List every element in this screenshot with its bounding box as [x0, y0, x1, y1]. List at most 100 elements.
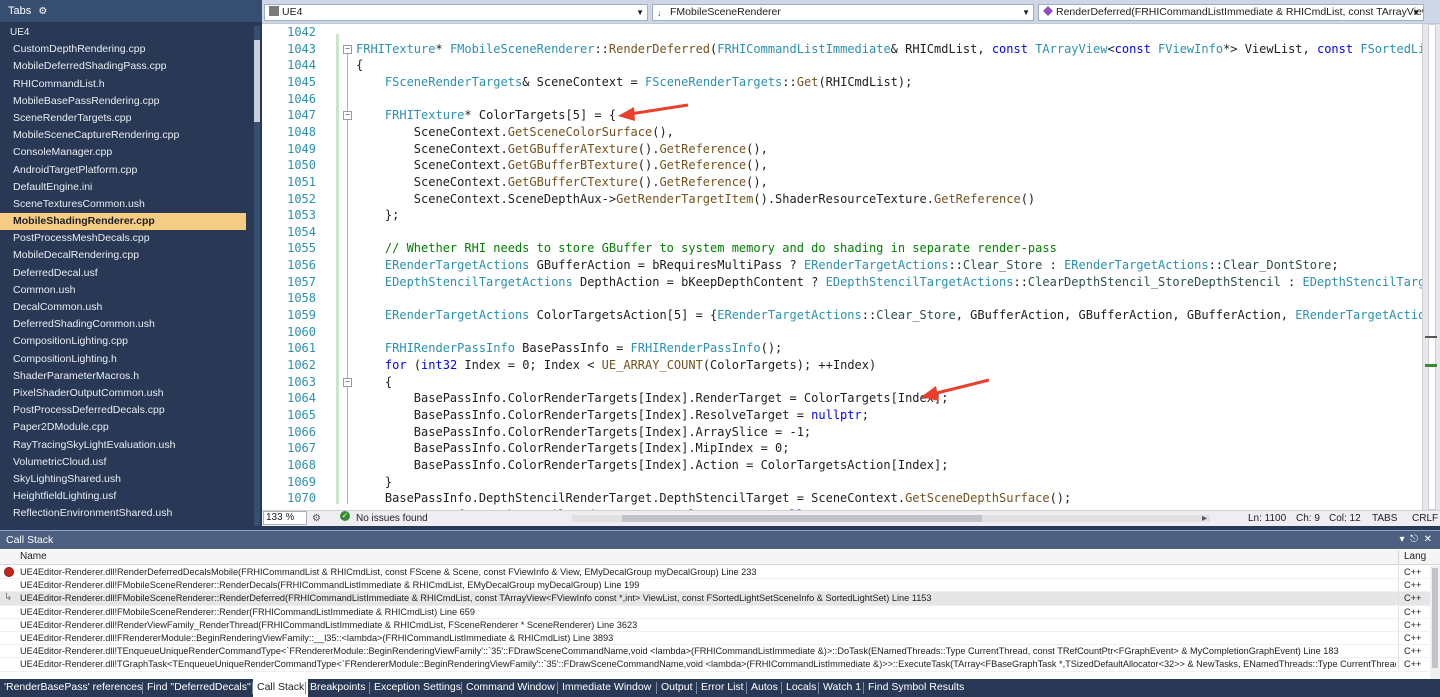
- file-tab-item[interactable]: ShaderParameterMacros.h: [0, 368, 246, 385]
- file-tab-item[interactable]: DefaultEngine.ini: [0, 179, 246, 196]
- code-area[interactable]: 1042 1043− FRHITexture* FMobileSceneRender…: [262, 24, 1422, 510]
- file-tab-item[interactable]: DecalCommon.ush: [0, 299, 246, 316]
- file-tab-item[interactable]: Common.ush: [0, 282, 246, 299]
- file-tab-item[interactable]: PixelShaderOutputCommon.ush: [0, 385, 246, 402]
- file-tab-item[interactable]: DeferredDecal.usf: [0, 265, 246, 282]
- file-tab-item[interactable]: MobileSceneCaptureRendering.cpp: [0, 127, 246, 144]
- call-stack-row[interactable]: UE4Editor-Renderer.dll!TEnqueueUniqueRen…: [0, 645, 1440, 659]
- call-stack-frame-name: UE4Editor-Renderer.dll!FRendererModule::…: [20, 632, 614, 643]
- line-number: 1053: [287, 208, 316, 223]
- code-line: 1056 ERenderTargetActions GBufferAction …: [262, 257, 1422, 274]
- file-tab-item[interactable]: ReflectionEnvironmentShared.ush: [0, 505, 246, 522]
- call-stack-frame-lang: C++: [1404, 606, 1422, 617]
- line-indicator[interactable]: Ln: 1100: [1248, 511, 1286, 526]
- collapse-toggle-icon[interactable]: −: [343, 44, 352, 54]
- file-tab-item[interactable]: SkyLightingShared.ush: [0, 471, 246, 488]
- file-tab-item[interactable]: MobileShadingRenderer.cpp: [0, 213, 246, 231]
- scroll-right-icon[interactable]: ▸: [1202, 511, 1207, 526]
- tab-tool-window[interactable]: Locals: [782, 679, 820, 697]
- column-header-lang[interactable]: Lang: [1404, 550, 1426, 564]
- file-tab-item[interactable]: VolumetricCloud.usf: [0, 454, 246, 471]
- zoom-dropdown[interactable]: 133 %: [263, 511, 307, 525]
- code-text: BasePassInfo.ColorRenderTargets[Index].M…: [356, 441, 790, 456]
- file-tab-item[interactable]: RHICommandList.h: [0, 76, 246, 93]
- issues-status[interactable]: No issues found: [356, 511, 428, 526]
- file-tab-item[interactable]: RayTracingSkyLightEvaluation.ush: [0, 437, 246, 454]
- call-stack-row[interactable]: ↳ UE4Editor-Renderer.dll!FMobileSceneRend…: [0, 592, 1440, 606]
- sidebar-scroll-thumb[interactable]: [254, 40, 260, 122]
- panel-controls: ▾ ⎋ ✕: [1400, 531, 1432, 549]
- pin-icon[interactable]: ⎋: [1410, 534, 1418, 545]
- tab-tool-window[interactable]: Output: [657, 679, 697, 697]
- collapse-toggle-icon[interactable]: −: [343, 377, 352, 387]
- line-number: 1057: [287, 274, 316, 289]
- code-line: 1061 FRHIRenderPassInfo BasePassInfo = F…: [262, 340, 1422, 357]
- tabs-sidebar: Tabs ⚙ UE4 CustomDepthRendering.cpp Mobile…: [0, 0, 262, 526]
- code-editor: UE4 ▼ ↓ FMobileSceneRenderer ▼ RenderDefe…: [262, 0, 1440, 526]
- project-dropdown[interactable]: UE4 ▼: [264, 4, 648, 21]
- tab-tool-window[interactable]: Autos: [747, 679, 782, 697]
- editor-horizontal-scrollbar[interactable]: [572, 515, 1210, 522]
- call-stack-row[interactable]: UE4Editor-Renderer.dll!FMobileSceneRende…: [0, 605, 1440, 619]
- tab-tool-window[interactable]: Find Symbol Results: [864, 679, 968, 697]
- dropdown-icon[interactable]: ▾: [1400, 534, 1405, 545]
- tab-tool-window[interactable]: Find "DeferredDecals": [143, 679, 255, 697]
- column-separator[interactable]: [1398, 550, 1399, 565]
- file-tab-item[interactable]: CustomDepthRendering.cpp: [0, 41, 246, 58]
- tab-tool-window[interactable]: 'RenderBasePass' references: [0, 679, 146, 697]
- code-text: for (int32 Index = 0; Index < UE_ARRAY_C…: [384, 358, 877, 372]
- call-stack-frame-lang: C++: [1404, 646, 1422, 657]
- close-icon[interactable]: ✕: [1424, 534, 1432, 545]
- call-stack-row[interactable]: UE4Editor-Renderer.dll!RenderViewFamily_…: [0, 618, 1440, 632]
- call-stack-frame-lang: C++: [1404, 580, 1422, 591]
- tab-tool-window[interactable]: Exception Settings: [370, 679, 465, 697]
- file-tab-item[interactable]: CompositionLighting.cpp: [0, 333, 246, 350]
- file-tab-item[interactable]: CompositionLighting.h: [0, 351, 246, 368]
- tab-tool-window[interactable]: Breakpoints: [306, 679, 369, 697]
- file-tab-item[interactable]: MobileDecalRendering.cpp: [0, 247, 246, 264]
- call-stack-row[interactable]: UE4Editor-Renderer.dll!RenderDeferredDec…: [0, 566, 1440, 580]
- file-tab-item[interactable]: SceneRenderTargets.cpp: [0, 110, 246, 127]
- file-tab-item[interactable]: SceneTexturesCommon.ush: [0, 196, 246, 213]
- call-stack-row[interactable]: UE4Editor-Renderer.dll!TGraphTask<TEnque…: [0, 658, 1440, 672]
- line-number: 1066: [287, 424, 316, 439]
- tab-separator: [781, 682, 782, 694]
- line-ending[interactable]: CRLF: [1412, 511, 1438, 526]
- tab-separator: [142, 682, 143, 694]
- method-dropdown-value: RenderDeferred(FRHICommandListImmediate …: [1056, 6, 1424, 18]
- class-dropdown[interactable]: ↓ FMobileSceneRenderer ▼: [652, 4, 1034, 21]
- column-header-name[interactable]: Name: [20, 550, 47, 564]
- code-line: 1058: [262, 290, 1422, 307]
- file-tab-item[interactable]: MobileBasePassRendering.cpp: [0, 93, 246, 110]
- call-stack-row[interactable]: UE4Editor-Renderer.dll!FRendererModule::…: [0, 631, 1440, 646]
- file-tab-item[interactable]: DeferredShadingCommon.ush: [0, 316, 246, 333]
- method-dropdown[interactable]: RenderDeferred(FRHICommandListImmediate …: [1038, 4, 1424, 21]
- file-tab-item[interactable]: ConsoleManager.cpp: [0, 144, 246, 161]
- indent-mode[interactable]: TABS: [1372, 511, 1397, 526]
- editor-scroll-thumb[interactable]: [1428, 24, 1436, 510]
- tab-tool-window[interactable]: Watch 1: [819, 679, 865, 697]
- code-text: SceneContext.GetGBufferBTexture().GetRef…: [356, 158, 768, 173]
- file-tab-item[interactable]: Paper2DModule.cpp: [0, 419, 246, 436]
- code-text: EDepthStencilTargetActions DepthAction =…: [384, 274, 1422, 289]
- file-tab-item[interactable]: PostProcessMeshDecals.cpp: [0, 230, 246, 247]
- panel-title: Call Stack: [6, 534, 54, 546]
- tab-tool-window[interactable]: Command Window: [462, 679, 559, 697]
- call-stack-scrollbar[interactable]: [1430, 566, 1440, 680]
- code-line: 1053 };: [262, 207, 1422, 224]
- file-tab-item[interactable]: AndroidTargetPlatform.cpp: [0, 162, 246, 179]
- call-stack-scroll-thumb[interactable]: [1432, 568, 1438, 668]
- horizontal-scroll-thumb[interactable]: [622, 515, 982, 522]
- git-icon[interactable]: ⚙: [312, 511, 321, 526]
- sidebar-scrollbar[interactable]: [254, 26, 260, 526]
- tab-tool-window[interactable]: Call Stack: [253, 679, 309, 697]
- file-tab-item[interactable]: MobileDeferredShadingPass.cpp: [0, 58, 246, 75]
- call-stack-row[interactable]: UE4Editor-Renderer.dll!FMobileSceneRende…: [0, 579, 1440, 593]
- tab-tool-window[interactable]: Error List: [697, 679, 748, 697]
- gear-icon[interactable]: ⚙: [38, 6, 47, 17]
- tab-tool-window[interactable]: Immediate Window: [558, 679, 655, 697]
- file-tab-item[interactable]: PostProcessDeferredDecals.cpp: [0, 402, 246, 419]
- editor-vertical-scrollbar[interactable]: [1422, 24, 1440, 510]
- file-tab-item[interactable]: HeightfieldLighting.usf: [0, 488, 246, 505]
- collapse-toggle-icon[interactable]: −: [343, 111, 352, 121]
